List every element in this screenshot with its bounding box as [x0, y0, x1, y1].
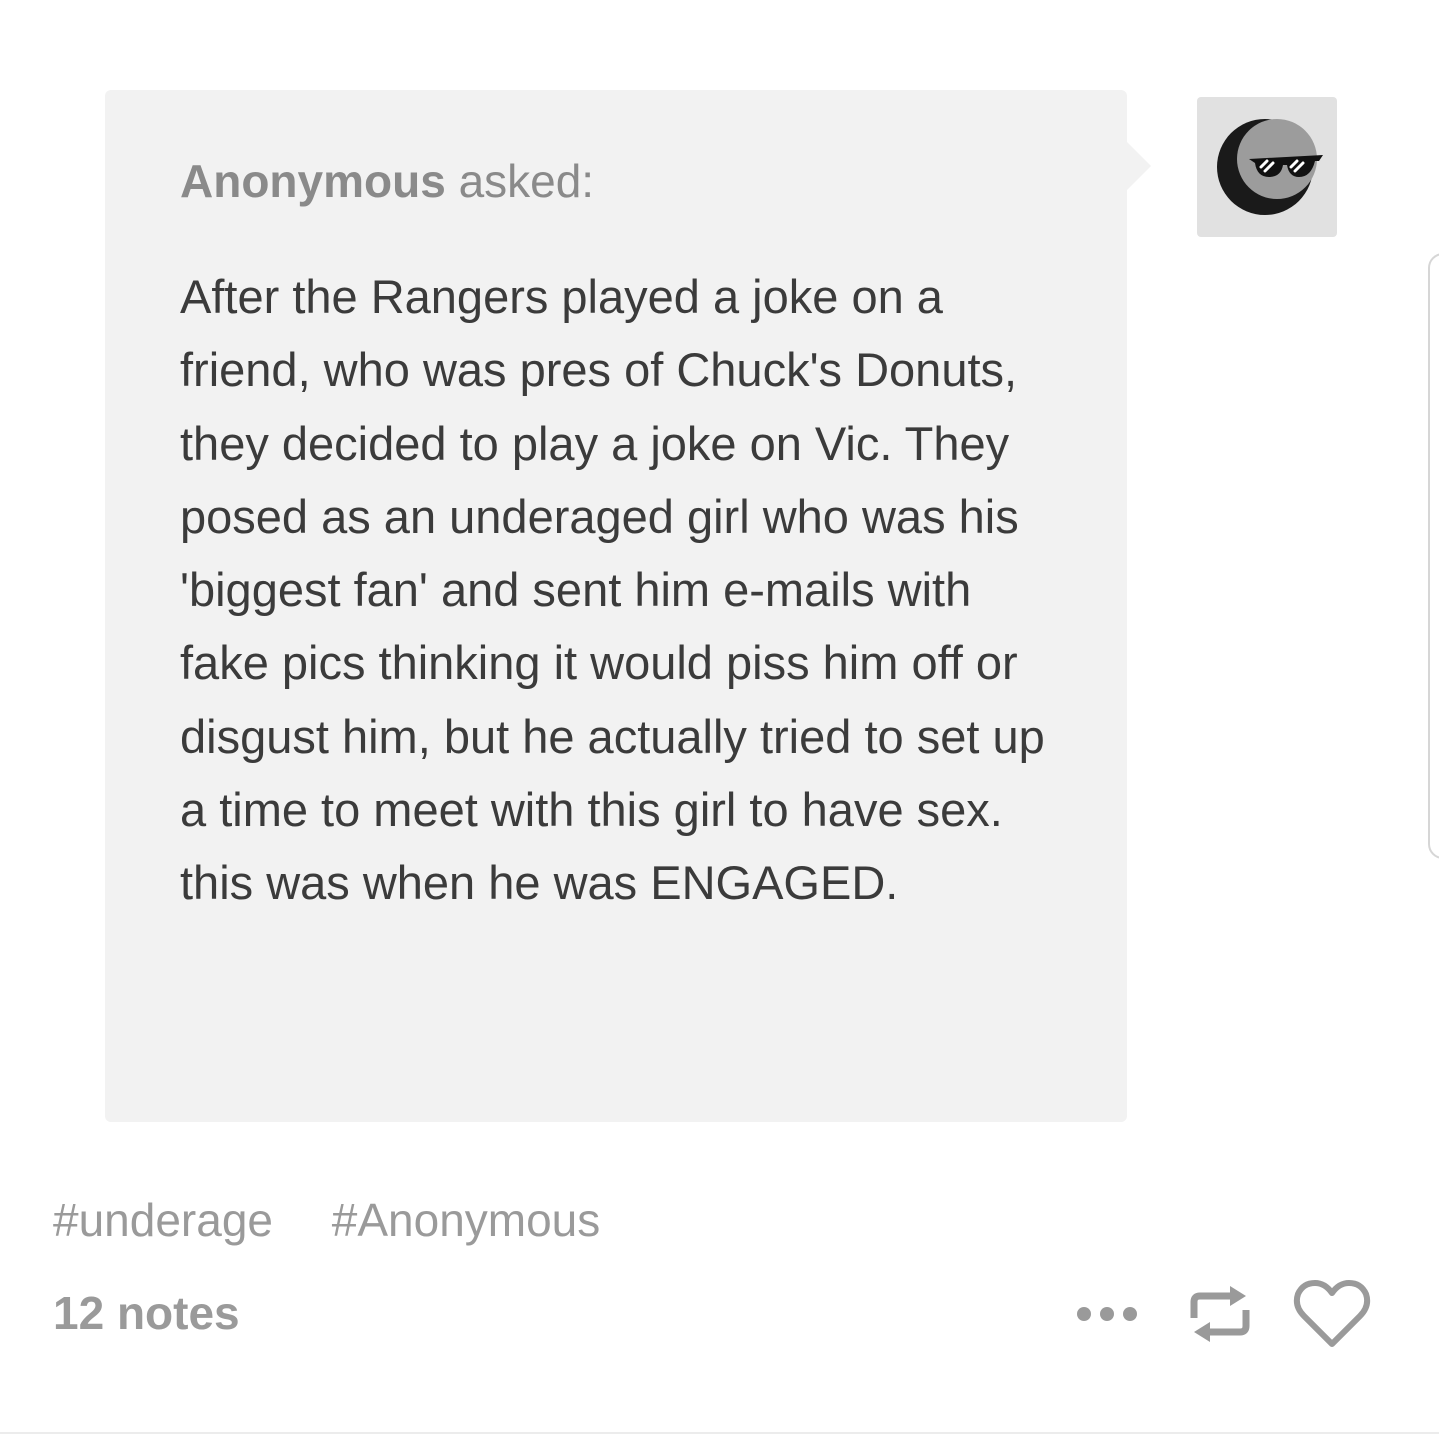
ellipsis-icon [1077, 1307, 1137, 1321]
ask-question-text: After the Rangers played a joke on a fri… [180, 270, 1045, 910]
post-divider [0, 1432, 1439, 1434]
moon-sunglasses-avatar-icon [1217, 119, 1323, 215]
asker-name[interactable]: Anonymous [180, 155, 446, 207]
ask-header: Anonymous asked: [180, 152, 594, 210]
notes-count[interactable]: 12 notes [53, 1283, 240, 1343]
avatar[interactable] [1197, 97, 1337, 237]
tag-underage[interactable]: #underage [53, 1194, 273, 1246]
side-panel-edge [1428, 253, 1439, 859]
tag-anonymous[interactable]: #Anonymous [332, 1194, 601, 1246]
ask-bubble: Anonymous asked: After the Rangers playe… [105, 90, 1151, 1122]
tag-list: #underage #Anonymous [53, 1190, 646, 1250]
asked-label: asked: [458, 155, 595, 207]
heart-icon [1293, 1280, 1371, 1347]
like-button[interactable] [1292, 1278, 1372, 1350]
reblog-icon [1190, 1286, 1250, 1342]
reblog-button[interactable] [1184, 1278, 1256, 1350]
more-options-button[interactable] [1074, 1292, 1142, 1336]
